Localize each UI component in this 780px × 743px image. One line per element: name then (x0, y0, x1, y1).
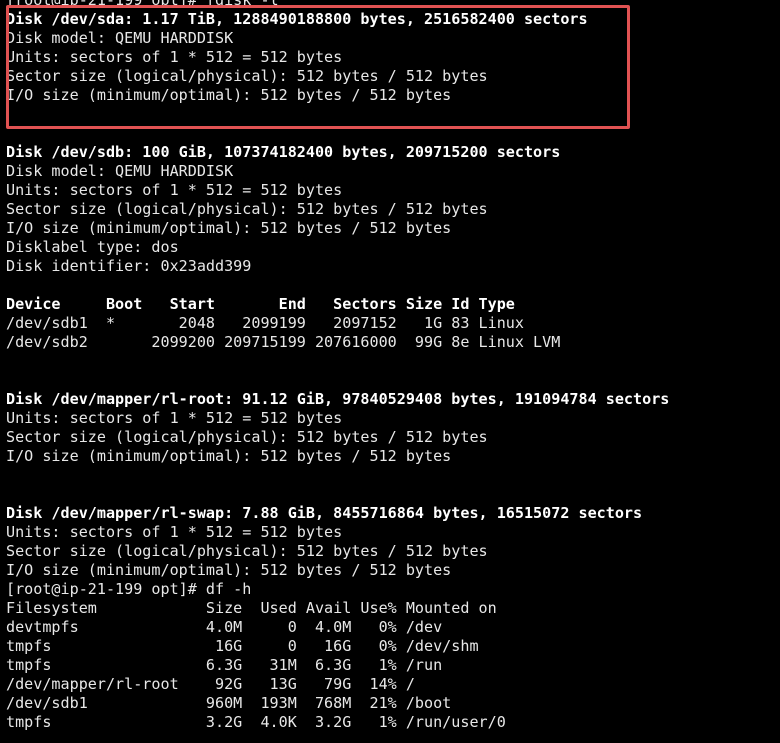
disk-sdb-units: Units: sectors of 1 * 512 = 512 bytes (6, 181, 343, 199)
df-row-tmpfs-user: tmpfs 3.2G 4.0K 3.2G 1% /run/user/0 (6, 713, 506, 731)
partition-row-sdb2: /dev/sdb2 2099200 209715199 207616000 99… (6, 333, 561, 351)
df-table-header: Filesystem Size Used Avail Use% Mounted … (6, 599, 497, 617)
df-row-rl-root: /dev/mapper/rl-root 92G 13G 79G 14% / (6, 675, 415, 693)
disk-rl-swap-header: Disk /dev/mapper/rl-swap: 7.88 GiB, 8455… (6, 504, 643, 522)
disk-sda-sector-size: Sector size (logical/physical): 512 byte… (6, 67, 488, 85)
df-row-sdb1: /dev/sdb1 960M 193M 768M 21% /boot (6, 694, 452, 712)
disk-sda-header: Disk /dev/sda: 1.17 TiB, 1288490188800 b… (6, 10, 588, 28)
disk-sda-io-size: I/O size (minimum/optimal): 512 bytes / … (6, 86, 452, 104)
disk-rl-swap-sector-size: Sector size (logical/physical): 512 byte… (6, 542, 488, 560)
disk-sda-model: Disk model: QEMU HARDDISK (6, 29, 234, 47)
partition-table-header: Device Boot Start End Sectors Size Id Ty… (6, 295, 515, 313)
prompt-line-fdisk: [root@ip-21-199 opt]# fdisk -l (6, 0, 279, 9)
disk-sda-units: Units: sectors of 1 * 512 = 512 bytes (6, 48, 343, 66)
terminal-window[interactable]: { "terminal": { "lines": [ {"text": "[ro… (0, 0, 780, 743)
disk-rl-swap-units: Units: sectors of 1 * 512 = 512 bytes (6, 523, 343, 541)
df-row-devtmpfs: devtmpfs 4.0M 0 4.0M 0% /dev (6, 618, 443, 636)
disk-rl-root-io-size: I/O size (minimum/optimal): 512 bytes / … (6, 447, 452, 465)
disk-sdb-sector-size: Sector size (logical/physical): 512 byte… (6, 200, 488, 218)
disk-rl-root-sector-size: Sector size (logical/physical): 512 byte… (6, 428, 488, 446)
prompt-line-df: [root@ip-21-199 opt]# df -h (6, 580, 252, 598)
df-row-tmpfs-run: tmpfs 6.3G 31M 6.3G 1% /run (6, 656, 443, 674)
disk-rl-swap-io-size: I/O size (minimum/optimal): 512 bytes / … (6, 561, 452, 579)
partition-row-sdb1: /dev/sdb1 * 2048 2099199 2097152 1G 83 L… (6, 314, 524, 332)
disk-rl-root-units: Units: sectors of 1 * 512 = 512 bytes (6, 409, 343, 427)
df-row-tmpfs-shm: tmpfs 16G 0 16G 0% /dev/shm (6, 637, 479, 655)
disk-sdb-identifier: Disk identifier: 0x23add399 (6, 257, 252, 275)
disk-sdb-model: Disk model: QEMU HARDDISK (6, 162, 234, 180)
disk-rl-root-header: Disk /dev/mapper/rl-root: 91.12 GiB, 978… (6, 390, 670, 408)
terminal-output[interactable]: [root@ip-21-199 opt]# fdisk -l Disk /dev… (6, 0, 780, 732)
disk-sdb-io-size: I/O size (minimum/optimal): 512 bytes / … (6, 219, 452, 237)
disk-sdb-label-type: Disklabel type: dos (6, 238, 179, 256)
disk-sdb-header: Disk /dev/sdb: 100 GiB, 107374182400 byt… (6, 143, 561, 161)
